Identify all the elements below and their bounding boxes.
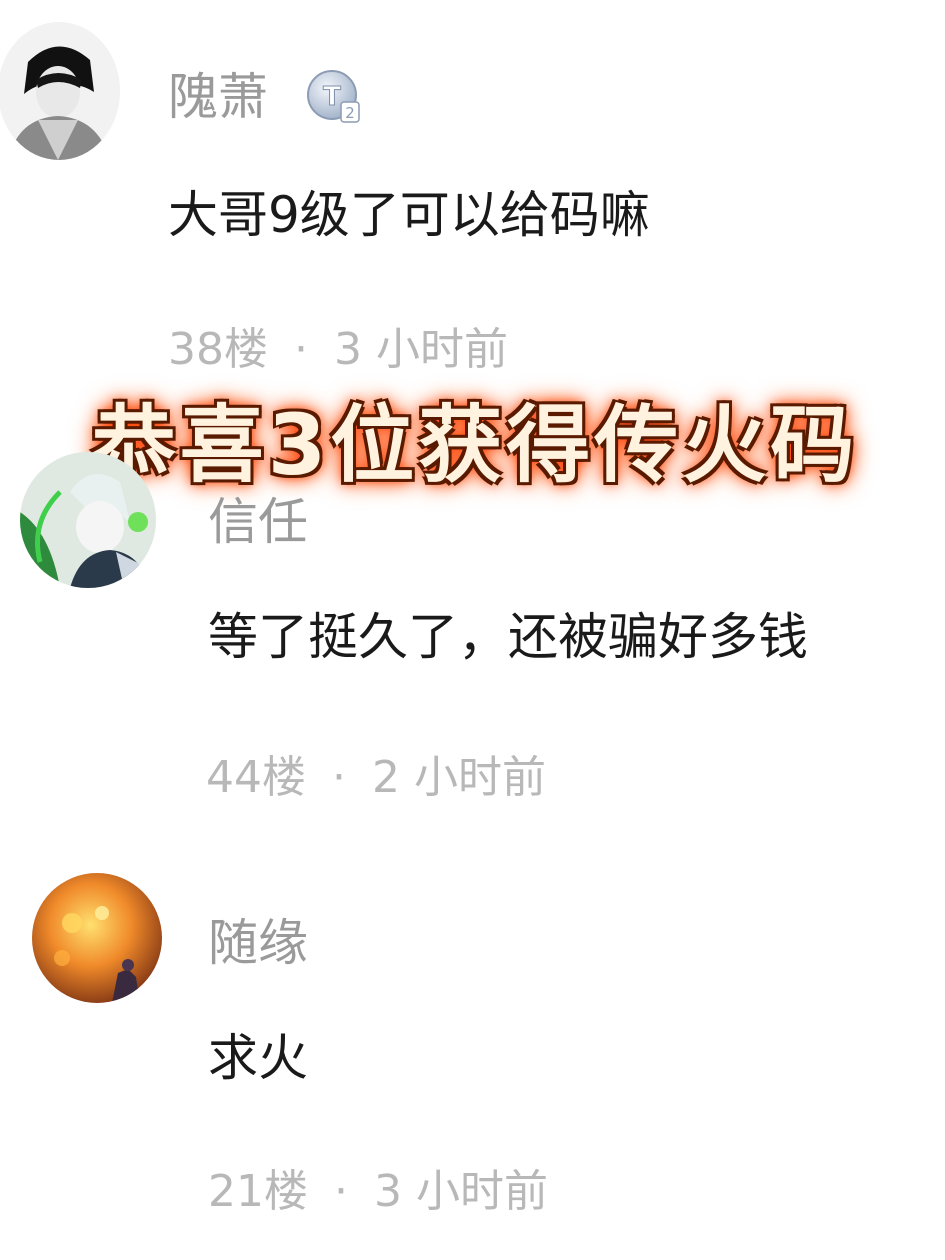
comment-text: 大哥9级了可以给码嘛 (168, 186, 650, 244)
timestamp: 3 小时前 (334, 324, 508, 375)
avatar[interactable] (20, 452, 156, 588)
separator-dot: · (294, 324, 308, 375)
comment-meta: 38楼 · 3 小时前 (168, 328, 508, 372)
comment-text: 求火 (208, 1029, 308, 1087)
avatar[interactable] (0, 22, 120, 160)
level-badge-icon: T 2 (305, 68, 363, 126)
separator-dot: · (332, 752, 346, 803)
floor-number: 44楼 (206, 752, 306, 803)
username[interactable]: 隗萧 (168, 72, 268, 122)
username[interactable]: 随缘 (208, 918, 308, 968)
comment-meta: 21楼 · 3 小时前 (208, 1170, 548, 1214)
avatar[interactable] (32, 873, 162, 1003)
floor-number: 21楼 (208, 1166, 308, 1217)
comment-text: 等了挺久了，还被骗好多钱 (208, 608, 808, 666)
timestamp: 3 小时前 (374, 1166, 548, 1217)
floor-number: 38楼 (168, 324, 268, 375)
congrats-banner: 恭喜3位获得传火码 (91, 395, 859, 494)
svg-text:2: 2 (345, 104, 355, 122)
avatar-image (0, 22, 120, 160)
separator-dot: · (334, 1166, 348, 1217)
svg-text:T: T (323, 82, 341, 112)
timestamp: 2 小时前 (372, 752, 546, 803)
username[interactable]: 信任 (208, 497, 308, 547)
avatar-image (32, 873, 162, 1003)
comment-meta: 44楼 · 2 小时前 (206, 756, 546, 800)
avatar-image (20, 452, 156, 588)
comment-item: 隗萧 T 2 大哥9级了可以给码嘛 38楼 · 3 小时前 (0, 0, 945, 400)
